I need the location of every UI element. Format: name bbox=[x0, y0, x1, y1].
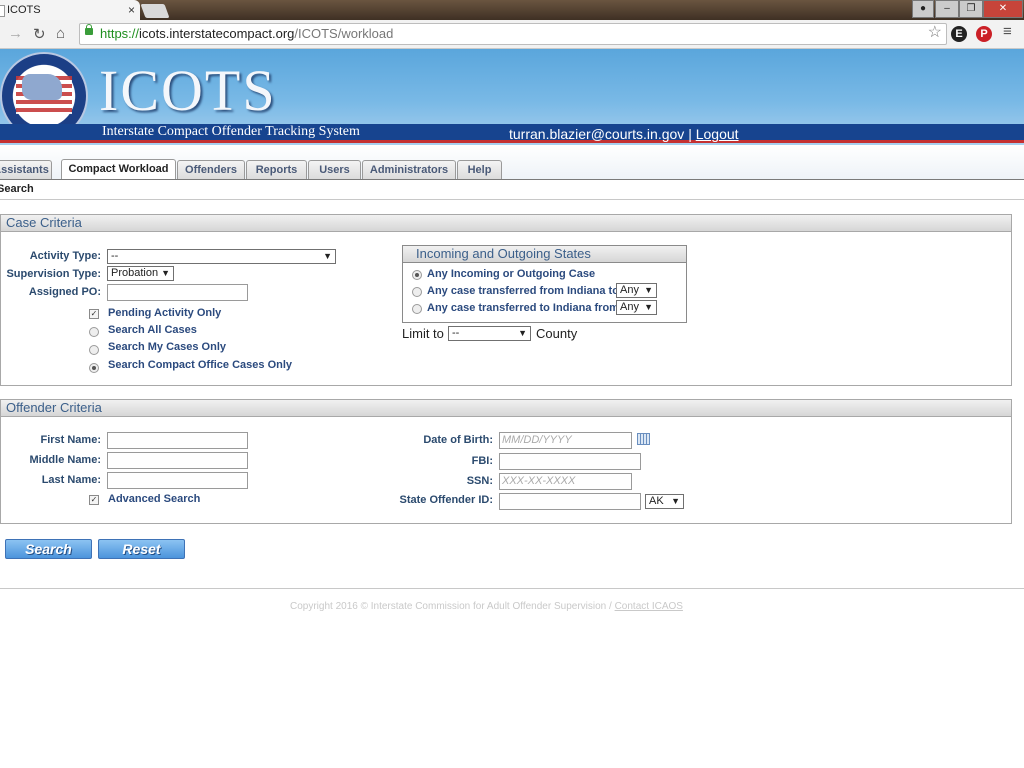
last-name-input[interactable] bbox=[107, 472, 248, 489]
browser-tab-strip: ICOTS × ● – ❐ ✕ bbox=[0, 0, 1024, 20]
ssn-label: SSN: bbox=[466, 475, 493, 487]
dob-input[interactable]: MM/DD/YYYY bbox=[499, 432, 632, 449]
reload-icon[interactable]: ↻ bbox=[33, 25, 46, 43]
address-bar[interactable]: https://icots.interstatecompact.org/ICOT… bbox=[79, 23, 947, 45]
case-criteria-header: Case Criteria bbox=[1, 215, 1011, 232]
subnav-search[interactable]: Search bbox=[0, 183, 34, 195]
url-path: /ICOTS/workload bbox=[294, 26, 394, 41]
from-indiana-label: Any case transferred from Indiana to bbox=[427, 285, 619, 297]
page-icon bbox=[0, 5, 5, 17]
states-box-header: Incoming and Outgoing States bbox=[403, 246, 686, 263]
any-case-label: Any Incoming or Outgoing Case bbox=[427, 268, 596, 280]
pending-activity-label: Pending Activity Only bbox=[108, 307, 222, 319]
to-indiana-label: Any case transferred to Indiana from bbox=[427, 302, 619, 314]
fbi-input[interactable] bbox=[499, 453, 641, 470]
case-criteria-panel: Case Criteria Activity Type: -- ▼ Supervi… bbox=[0, 214, 1012, 386]
lock-icon bbox=[85, 24, 93, 35]
browser-tab[interactable]: ICOTS × bbox=[0, 0, 140, 20]
search-button[interactable]: Search bbox=[5, 539, 92, 559]
chevron-down-icon: ▼ bbox=[671, 496, 680, 506]
tab-administrators[interactable]: Administrators bbox=[362, 160, 456, 179]
search-all-radio[interactable] bbox=[89, 327, 99, 337]
reset-button[interactable]: Reset bbox=[98, 539, 185, 559]
last-name-label: Last Name: bbox=[41, 474, 101, 486]
new-tab-button[interactable] bbox=[140, 4, 170, 18]
close-window-icon[interactable]: ✕ bbox=[983, 0, 1023, 18]
restore-icon[interactable]: ❐ bbox=[959, 0, 983, 18]
limit-to-label: Limit to bbox=[402, 326, 444, 341]
separator: | bbox=[688, 126, 692, 142]
ssn-input[interactable]: XXX-XX-XXXX bbox=[499, 473, 632, 490]
search-office-radio[interactable] bbox=[89, 363, 99, 373]
chevron-down-icon: ▼ bbox=[518, 328, 527, 338]
search-my-label: Search My Cases Only bbox=[108, 341, 227, 353]
profile-icon[interactable]: ● bbox=[912, 0, 934, 18]
site-banner: ICOTS Interstate Compact Offender Tracki… bbox=[0, 49, 1024, 145]
browser-toolbar: → ↻ ⌂ https://icots.interstatecompact.or… bbox=[0, 20, 1024, 49]
state-select[interactable]: AK ▼ bbox=[645, 494, 684, 509]
extension-icon[interactable]: E bbox=[951, 26, 967, 42]
chevron-down-icon: ▼ bbox=[323, 251, 332, 261]
supervision-type-label: Supervision Type: bbox=[6, 268, 101, 280]
url-scheme: https:// bbox=[100, 26, 140, 41]
to-state-select[interactable]: Any ▼ bbox=[616, 300, 657, 315]
dob-label: Date of Birth: bbox=[423, 434, 493, 446]
assigned-po-input[interactable] bbox=[107, 284, 248, 301]
minimize-icon[interactable]: – bbox=[935, 0, 959, 18]
user-info: turran.blazier@courts.in.gov | Logout bbox=[509, 126, 739, 142]
chevron-down-icon: ▼ bbox=[161, 268, 170, 278]
main-nav: Assistants Compact Workload Offenders Re… bbox=[0, 145, 1024, 180]
county-select[interactable]: -- ▼ bbox=[448, 326, 531, 341]
chevron-down-icon: ▼ bbox=[644, 302, 653, 312]
footer: Copyright 2016 © Interstate Commission f… bbox=[290, 601, 683, 612]
states-box: Incoming and Outgoing States Any Incomin… bbox=[402, 245, 687, 323]
site-subtitle: Interstate Compact Offender Tracking Sys… bbox=[102, 124, 360, 139]
from-indiana-radio[interactable] bbox=[412, 287, 422, 297]
contact-link[interactable]: Contact ICAOS bbox=[615, 601, 683, 612]
middle-name-label: Middle Name: bbox=[29, 454, 101, 466]
pinterest-icon[interactable]: P bbox=[976, 26, 992, 42]
site-logo-text: ICOTS bbox=[99, 58, 277, 123]
offender-criteria-header: Offender Criteria bbox=[1, 400, 1011, 417]
middle-name-input[interactable] bbox=[107, 452, 248, 469]
assigned-po-label: Assigned PO: bbox=[28, 286, 101, 298]
tab-assistants[interactable]: Assistants bbox=[0, 160, 52, 179]
pending-activity-checkbox[interactable]: ✓ bbox=[89, 309, 99, 319]
close-tab-icon[interactable]: × bbox=[128, 0, 135, 20]
home-icon[interactable]: ⌂ bbox=[56, 25, 65, 42]
fbi-label: FBI: bbox=[471, 455, 493, 467]
first-name-label: First Name: bbox=[40, 434, 101, 446]
tab-help[interactable]: Help bbox=[457, 160, 502, 179]
from-state-select[interactable]: Any ▼ bbox=[616, 283, 657, 298]
copyright-text: Copyright 2016 © Interstate Commission f… bbox=[290, 601, 615, 612]
search-my-radio[interactable] bbox=[89, 345, 99, 355]
search-all-label: Search All Cases bbox=[108, 324, 197, 336]
search-office-label: Search Compact Office Cases Only bbox=[108, 359, 293, 371]
activity-type-label: Activity Type: bbox=[29, 250, 101, 262]
chevron-down-icon: ▼ bbox=[644, 285, 653, 295]
to-indiana-radio[interactable] bbox=[412, 304, 422, 314]
tab-offenders[interactable]: Offenders bbox=[177, 160, 245, 179]
user-email: turran.blazier@courts.in.gov bbox=[509, 126, 685, 142]
advanced-search-checkbox[interactable]: ✓ bbox=[89, 495, 99, 505]
any-case-radio[interactable] bbox=[412, 270, 422, 280]
tab-reports[interactable]: Reports bbox=[246, 160, 307, 179]
county-label: County bbox=[536, 326, 578, 341]
offender-criteria-panel: Offender Criteria First Name: Middle Nam… bbox=[0, 399, 1012, 524]
supervision-type-select[interactable]: Probation ▼ bbox=[107, 266, 174, 281]
menu-icon[interactable]: ≡ bbox=[1003, 23, 1012, 40]
advanced-search-label: Advanced Search bbox=[108, 493, 201, 505]
state-offender-id-label: State Offender ID: bbox=[399, 494, 493, 506]
tab-compact-workload[interactable]: Compact Workload bbox=[61, 159, 176, 179]
state-offender-id-input[interactable] bbox=[499, 493, 641, 510]
forward-icon[interactable]: → bbox=[8, 25, 23, 42]
activity-type-select[interactable]: -- ▼ bbox=[107, 249, 336, 264]
url-host: icots.interstatecompact.org bbox=[139, 26, 295, 41]
tab-users[interactable]: Users bbox=[308, 160, 361, 179]
logout-link[interactable]: Logout bbox=[696, 126, 739, 142]
first-name-input[interactable] bbox=[107, 432, 248, 449]
browser-tab-title: ICOTS bbox=[7, 4, 41, 16]
bookmark-star-icon[interactable]: ☆ bbox=[928, 23, 942, 43]
calendar-icon[interactable] bbox=[637, 433, 650, 445]
